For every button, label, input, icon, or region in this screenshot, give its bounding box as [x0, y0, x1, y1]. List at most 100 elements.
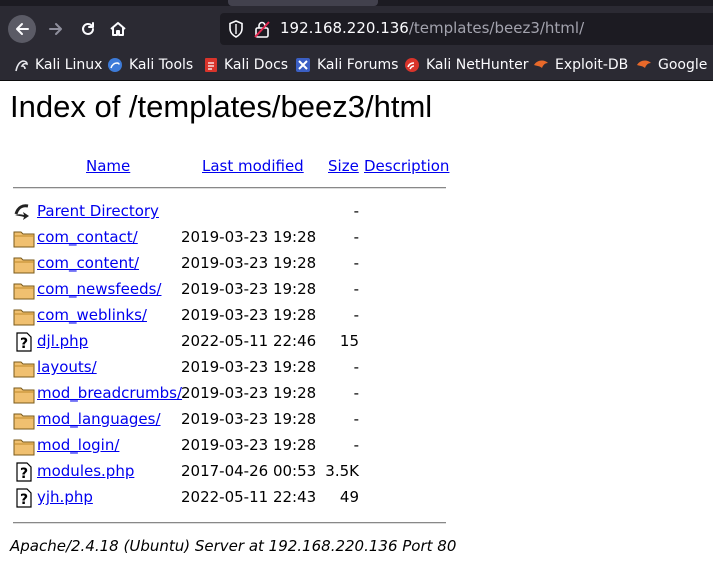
- entry-last-modified: 2019-03-23 19:28: [181, 254, 317, 272]
- row-icon: [13, 358, 35, 378]
- bookmark-kali-tools[interactable]: Kali Tools: [107, 56, 193, 74]
- bookmark-label: Kali Forums: [317, 57, 399, 73]
- bookmark-label: Kali Tools: [129, 57, 194, 73]
- folder-icon: [13, 439, 35, 456]
- bookmark-google-hacking[interactable]: Google H: [636, 56, 713, 74]
- entry-size: 49: [339, 488, 359, 506]
- exploit-db-icon: [534, 60, 548, 68]
- page-title: Index of /templates/beez3/html: [10, 89, 433, 124]
- entry-link[interactable]: Parent Directory: [37, 202, 159, 220]
- kali-tools-icon: [108, 58, 122, 72]
- entry-last-modified: 2019-03-23 19:28: [181, 228, 317, 246]
- entry-link[interactable]: mod_languages/: [37, 410, 161, 428]
- listing-row: com_newsfeeds/2019-03-23 19:28 -: [13, 278, 453, 304]
- page-content: Index of /templates/beez3/html Name Last…: [0, 81, 713, 574]
- entry-link[interactable]: layouts/: [37, 358, 97, 376]
- row-icon: ?: [13, 332, 35, 352]
- entry-last-modified: 2022-05-11 22:43: [181, 488, 317, 506]
- listing-row: com_contact/2019-03-23 19:28 -: [13, 226, 453, 252]
- folder-icon: [13, 413, 35, 430]
- entry-last-modified: 2019-03-23 19:28: [181, 410, 317, 428]
- bookmark-label: Kali Linux: [35, 57, 103, 73]
- entry-size: -: [353, 254, 359, 272]
- entry-size: -: [353, 202, 359, 220]
- entry-last-modified: 2017-04-26 00:53: [181, 462, 317, 480]
- listing-row: ? djl.php 2022-05-11 22:46 15: [13, 330, 453, 356]
- entry-link[interactable]: djl.php: [37, 332, 88, 350]
- entry-last-modified: 2022-05-11 22:46: [181, 332, 317, 350]
- entry-size: -: [353, 358, 359, 376]
- row-icon: [13, 410, 35, 430]
- entry-last-modified: 2019-03-23 19:28: [181, 384, 317, 402]
- entry-link[interactable]: mod_breadcrumbs/: [37, 384, 182, 402]
- url-path: /templates/beez3/html/: [408, 19, 585, 37]
- unknown-file-icon: ?: [16, 488, 32, 508]
- url-text[interactable]: 192.168.220.136/templates/beez3/html/: [280, 19, 584, 37]
- listing-row: com_content/2019-03-23 19:28 -: [13, 252, 453, 278]
- column-header-name[interactable]: Name: [86, 157, 130, 175]
- header-divider: [13, 187, 446, 189]
- entry-last-modified: 2019-03-23 19:28: [181, 306, 317, 324]
- entry-link[interactable]: com_contact/: [37, 228, 138, 246]
- forward-button[interactable]: [42, 15, 70, 43]
- row-icon: [13, 436, 35, 456]
- folder-icon: [13, 283, 35, 300]
- back-arrow-icon: [16, 23, 29, 35]
- entry-link[interactable]: mod_login/: [37, 436, 119, 454]
- listing-row: mod_languages/2019-03-23 19:28 -: [13, 408, 453, 434]
- bookmark-label: Kali NetHunter: [426, 57, 529, 73]
- bookmark-kali-forums[interactable]: Kali Forums: [295, 56, 398, 74]
- column-header-last-modified[interactable]: Last modified: [202, 157, 304, 175]
- entry-last-modified: 2019-03-23 19:28: [181, 280, 317, 298]
- reload-button[interactable]: [74, 15, 102, 43]
- parent-directory-icon: [14, 204, 29, 220]
- shield-icon[interactable]: [228, 20, 244, 38]
- bookmark-kali-nethunter[interactable]: Kali NetHunter: [404, 56, 528, 74]
- entry-size: -: [353, 384, 359, 402]
- svg-text:?: ?: [20, 336, 28, 352]
- listing-row: ? modules.php 2017-04-26 00:53 3.5K: [13, 460, 453, 486]
- entry-size: 3.5K: [325, 462, 359, 480]
- kali-dragon-icon: [15, 59, 28, 71]
- forward-arrow-icon: [49, 23, 62, 35]
- reload-icon: [82, 22, 94, 35]
- entry-last-modified: 2019-03-23 19:28: [181, 436, 317, 454]
- entry-size: 15: [339, 332, 359, 350]
- entry-size: -: [353, 280, 359, 298]
- listing-row: com_weblinks/2019-03-23 19:28 -: [13, 304, 453, 330]
- home-button[interactable]: [104, 15, 132, 43]
- entry-link[interactable]: com_weblinks/: [37, 306, 147, 324]
- folder-icon: [13, 309, 35, 326]
- bookmark-kali-docs[interactable]: Kali Docs: [204, 56, 288, 74]
- bookmark-label: Kali Docs: [224, 57, 289, 73]
- column-header-size[interactable]: Size: [328, 157, 359, 175]
- url-bar[interactable]: 192.168.220.136/templates/beez3/html/: [220, 13, 713, 45]
- back-button[interactable]: [8, 15, 36, 43]
- unknown-file-icon: ?: [16, 462, 32, 482]
- entry-link[interactable]: modules.php: [37, 462, 134, 480]
- unknown-file-icon: ?: [16, 332, 32, 352]
- footer-divider: [13, 522, 446, 524]
- svg-text:?: ?: [20, 492, 28, 508]
- insecure-lock-icon[interactable]: [254, 20, 270, 38]
- listing-row: Parent Directory -: [13, 200, 453, 226]
- entry-last-modified: 2019-03-23 19:28: [181, 358, 317, 376]
- server-signature: Apache/2.4.18 (Ubuntu) Server at 192.168…: [10, 537, 457, 555]
- kali-nethunter-icon: [405, 58, 419, 72]
- kali-docs-icon: [205, 58, 217, 72]
- row-icon: ?: [13, 462, 35, 482]
- bookmark-exploit-db[interactable]: Exploit-DB: [533, 56, 628, 74]
- listing-row: mod_login/2019-03-23 19:28 -: [13, 434, 453, 460]
- row-icon: [13, 280, 35, 300]
- entry-link[interactable]: com_content/: [37, 254, 139, 272]
- home-icon: [110, 22, 126, 36]
- folder-icon: [13, 231, 35, 248]
- kali-forums-icon: [296, 58, 310, 72]
- url-host: 192.168.220.136: [280, 19, 409, 37]
- entry-size: -: [353, 436, 359, 454]
- column-header-description[interactable]: Description: [364, 157, 449, 175]
- bookmark-kali-linux[interactable]: Kali Linux: [14, 56, 102, 74]
- entry-link[interactable]: yjh.php: [37, 488, 93, 506]
- entry-link[interactable]: com_newsfeeds/: [37, 280, 161, 298]
- listing-row: layouts/2019-03-23 19:28 -: [13, 356, 453, 382]
